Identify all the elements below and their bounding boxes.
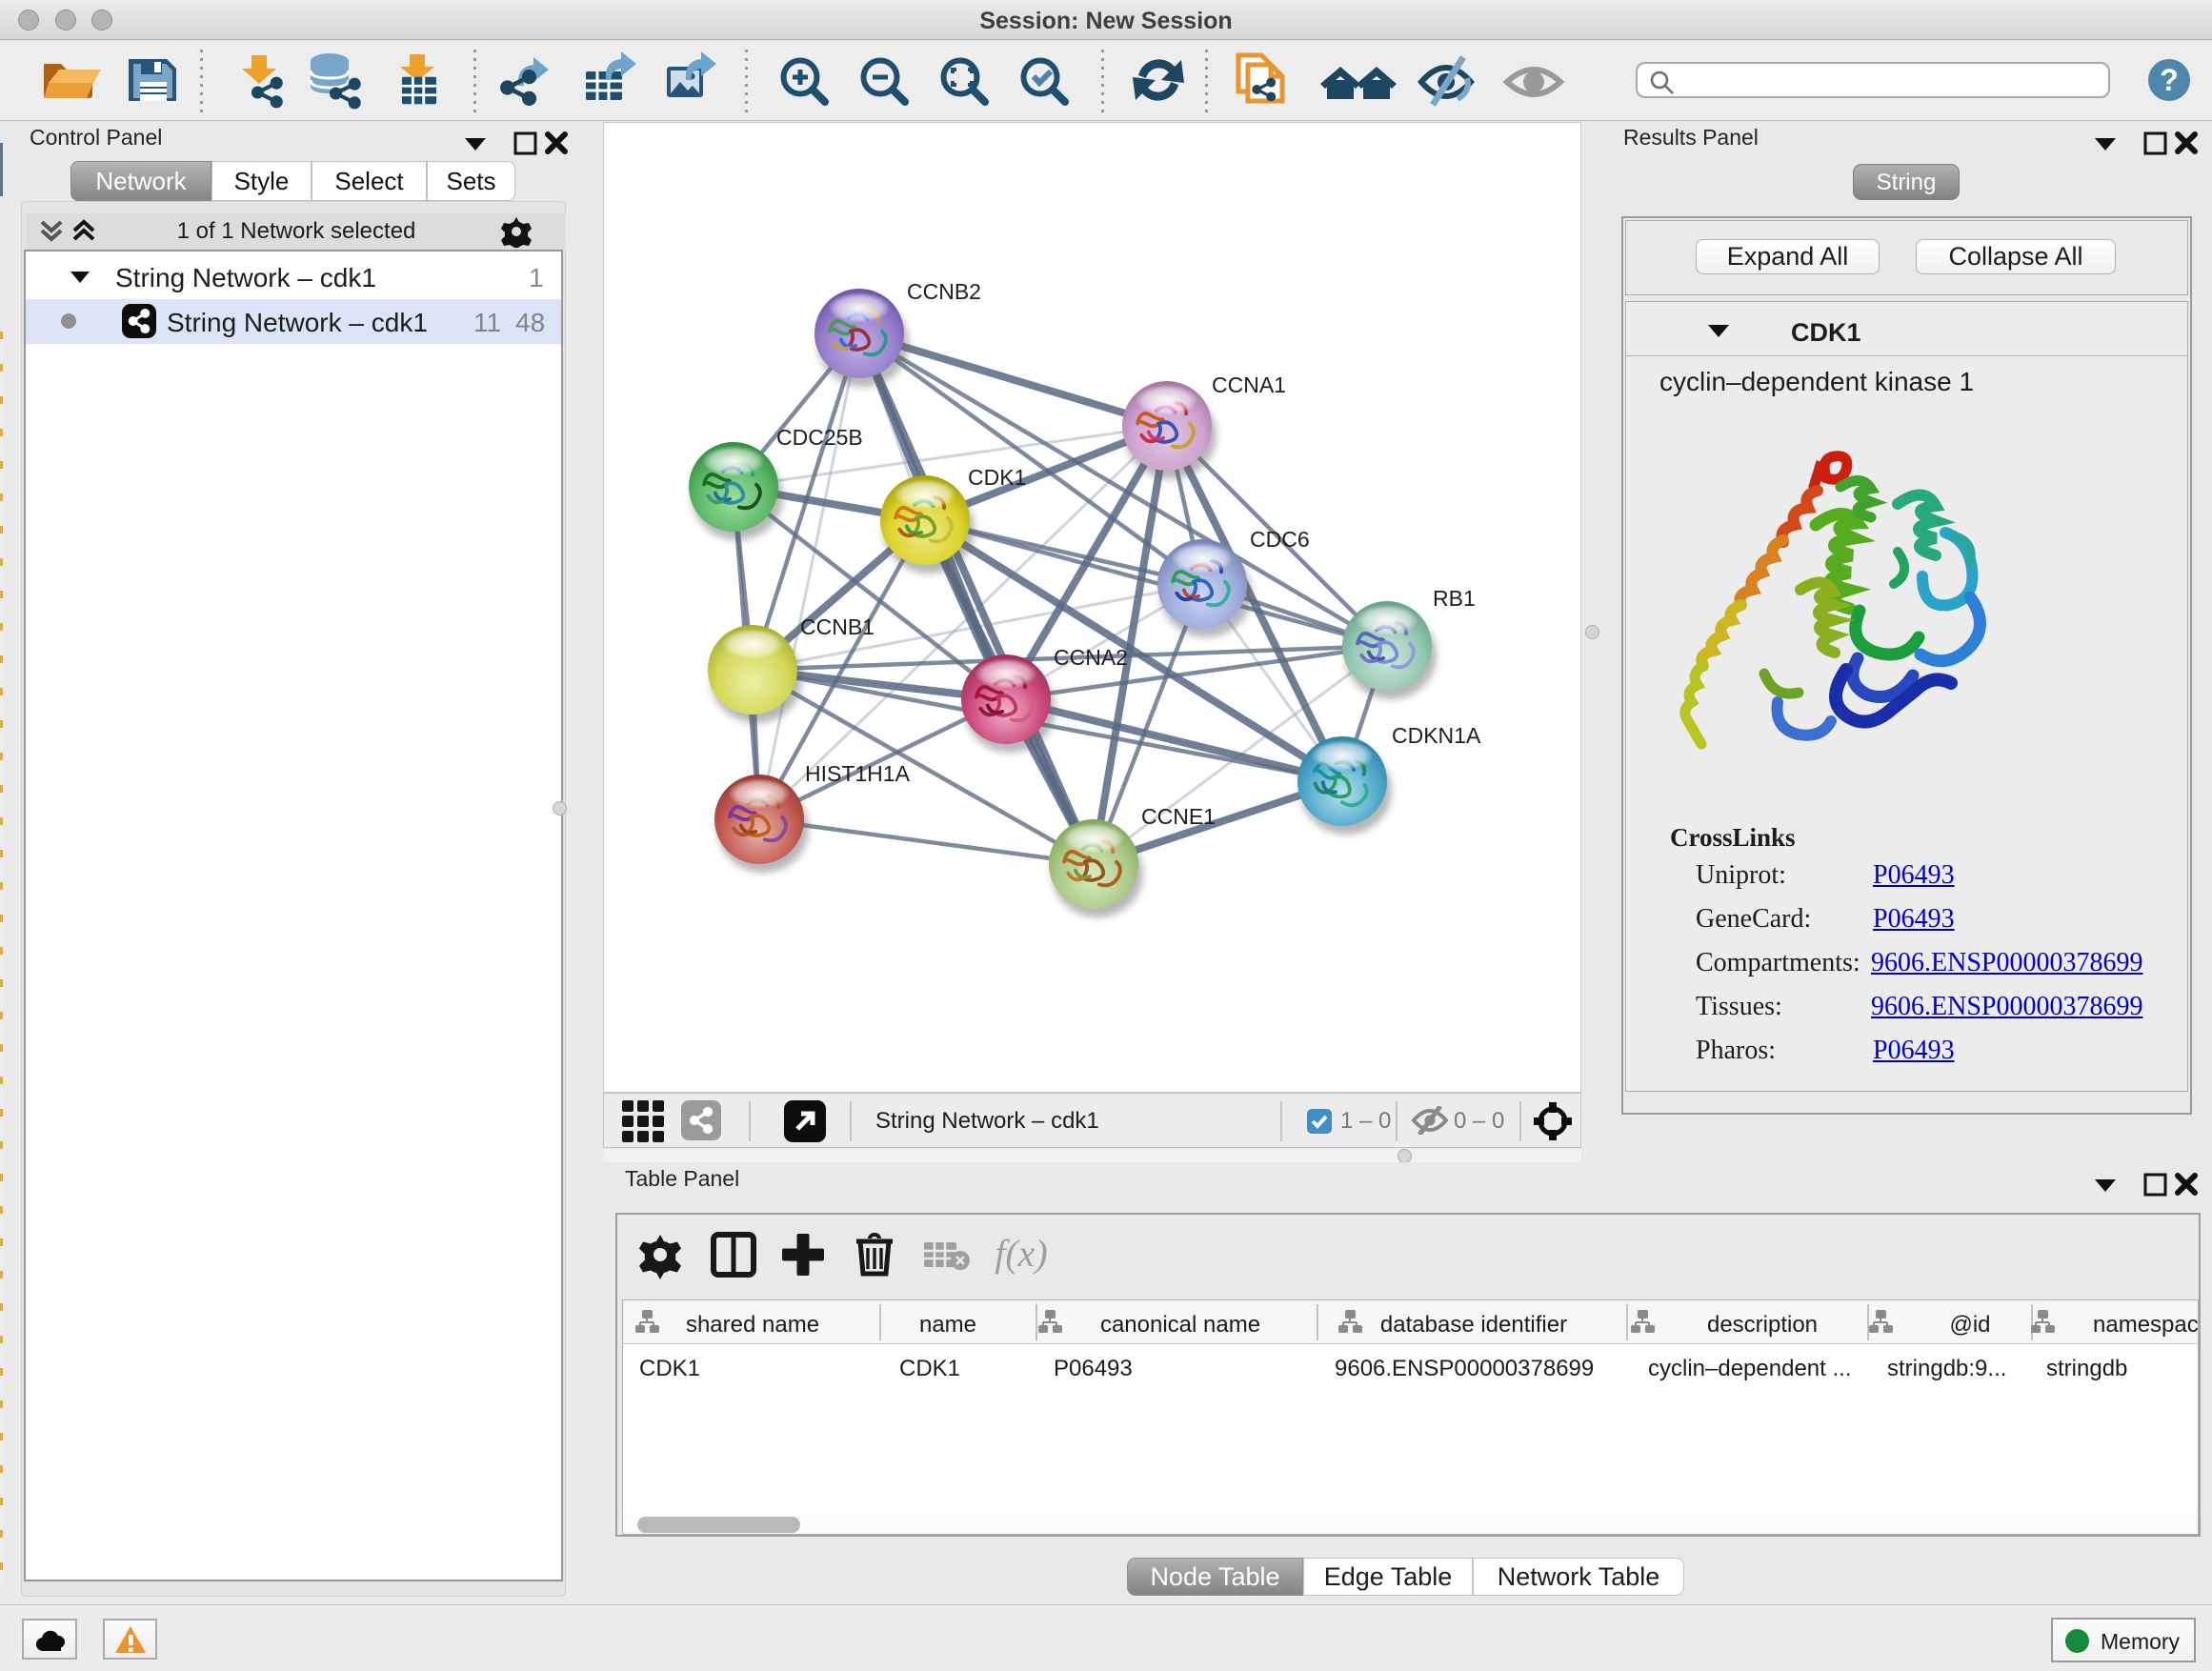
svg-text:CCNB2: CCNB2 <box>907 279 981 304</box>
svg-text:CDKN1A: CDKN1A <box>1392 723 1481 748</box>
svg-text:RB1: RB1 <box>1433 586 1476 611</box>
svg-text:@id: @id <box>1949 1312 1990 1338</box>
svg-text:CCNB1: CCNB1 <box>800 614 875 639</box>
svg-text:shared name: shared name <box>686 1312 819 1338</box>
svg-text:CCNE1: CCNE1 <box>1141 804 1216 829</box>
svg-text:description: description <box>1707 1312 1818 1338</box>
svg-text:?: ? <box>2160 63 2179 97</box>
svg-text:CCNA1: CCNA1 <box>1212 372 1286 397</box>
svg-text:CCNA2: CCNA2 <box>1054 645 1128 670</box>
svg-text:database identifier: database identifier <box>1380 1312 1567 1338</box>
svg-text:HIST1H1A: HIST1H1A <box>805 761 911 786</box>
svg-text:namespace: namespace <box>2093 1312 2198 1338</box>
svg-text:name: name <box>919 1312 976 1338</box>
svg-text:CDK1: CDK1 <box>968 465 1026 490</box>
svg-text:CDC25B: CDC25B <box>776 425 863 450</box>
svg-text:CDC6: CDC6 <box>1250 527 1310 552</box>
svg-text:canonical name: canonical name <box>1100 1312 1260 1338</box>
svg-text:f(x): f(x) <box>995 1232 1048 1275</box>
